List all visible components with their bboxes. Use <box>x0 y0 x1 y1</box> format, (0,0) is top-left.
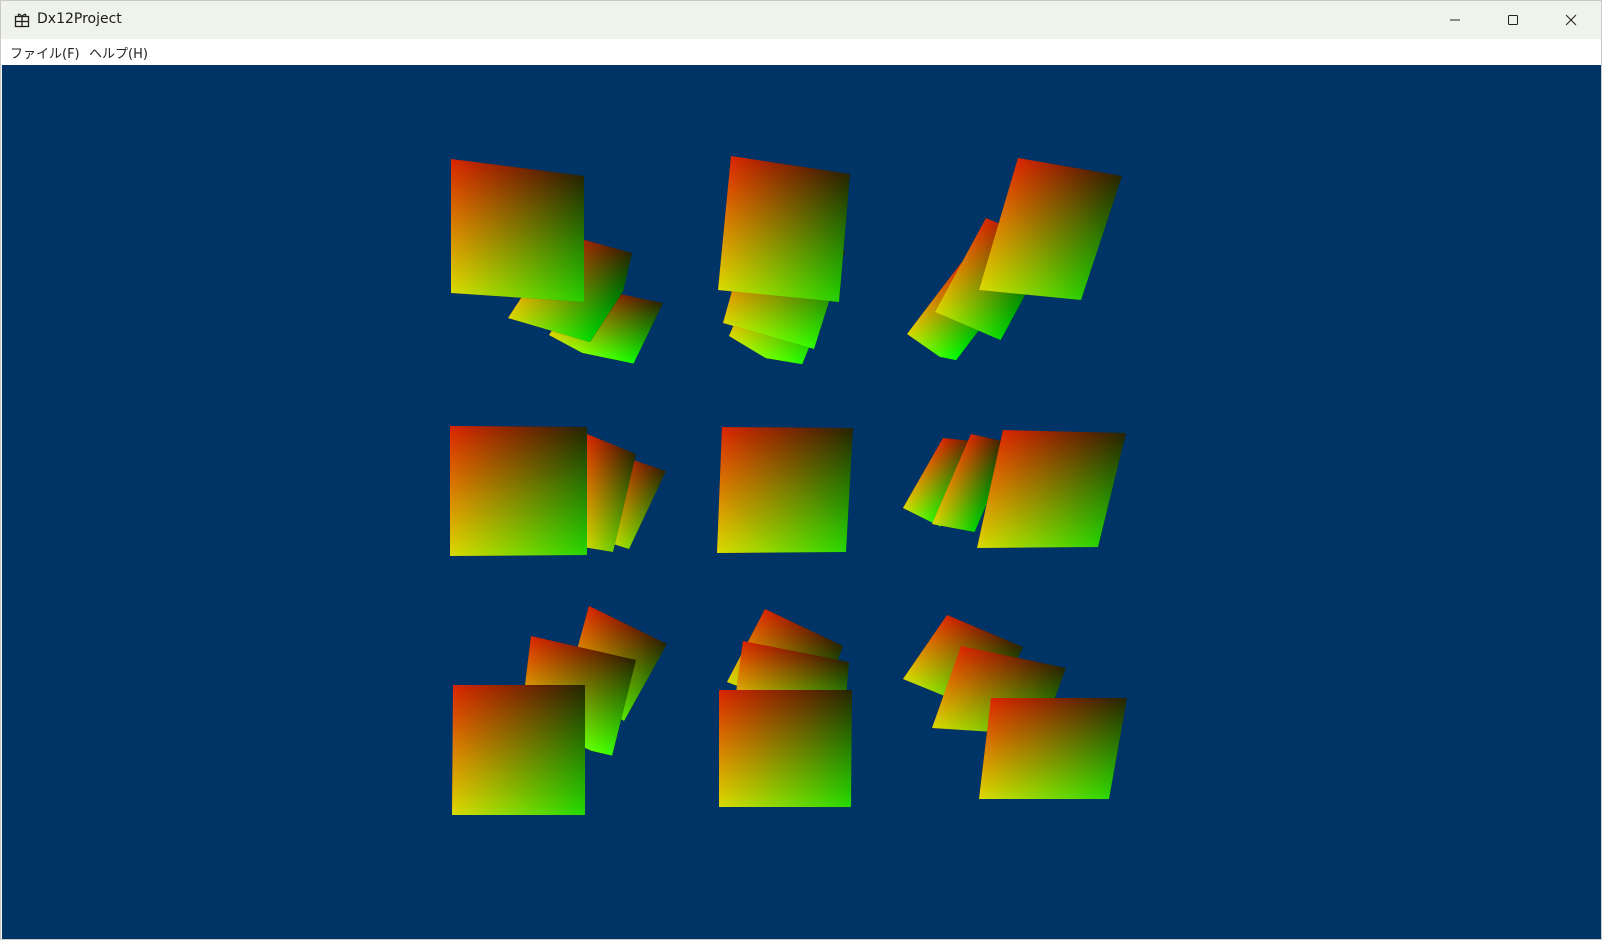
title-bar[interactable]: Dx12Project <box>1 1 1601 39</box>
maximize-icon <box>1508 15 1518 25</box>
minimize-button[interactable] <box>1426 1 1484 39</box>
gradient-quad <box>717 427 853 553</box>
gradient-quad <box>452 685 585 815</box>
app-window: Dx12Project ファイル(F) ヘルプ(H) <box>0 0 1602 940</box>
gradient-quad <box>719 690 852 807</box>
maximize-button[interactable] <box>1484 1 1542 39</box>
scene-canvas <box>450 156 1127 815</box>
close-button[interactable] <box>1542 1 1600 39</box>
menu-file[interactable]: ファイル(F) <box>10 43 80 62</box>
gradient-quad <box>450 426 587 556</box>
render-viewport[interactable] <box>2 65 1601 939</box>
window-title: Dx12Project <box>37 11 122 27</box>
app-icon <box>14 13 30 28</box>
close-icon <box>1565 14 1577 26</box>
menu-bar: ファイル(F) ヘルプ(H) <box>1 39 1601 65</box>
minimize-icon <box>1450 19 1460 21</box>
menu-help[interactable]: ヘルプ(H) <box>89 43 148 62</box>
